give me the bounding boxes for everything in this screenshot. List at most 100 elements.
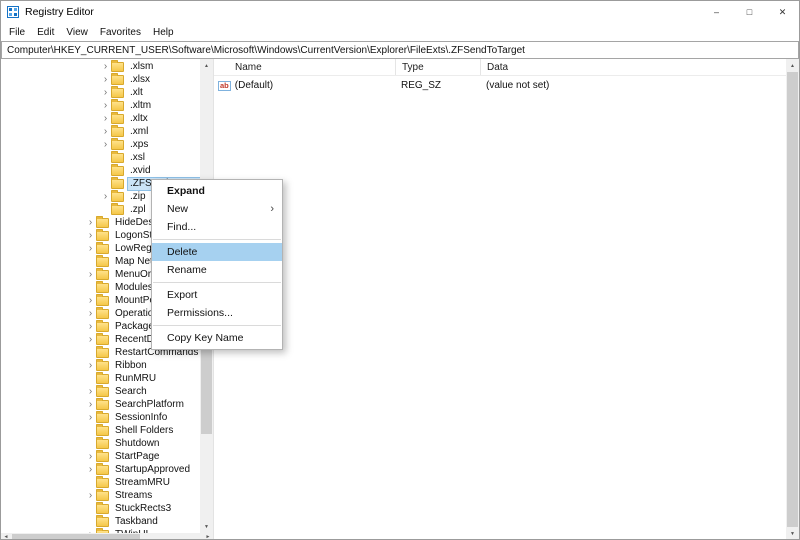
tree-item-label: .xvid <box>130 164 151 176</box>
expand-arrow-icon[interactable]: › <box>100 87 111 98</box>
context-menu-rename[interactable]: Rename <box>152 261 282 279</box>
column-header-data[interactable]: Data <box>481 59 788 75</box>
expand-arrow-icon[interactable]: › <box>100 113 111 124</box>
folder-icon <box>111 111 124 124</box>
expand-arrow-icon[interactable]: › <box>85 386 96 397</box>
close-button[interactable]: ✕ <box>766 1 799 23</box>
scroll-up-icon[interactable]: ▲ <box>786 59 799 72</box>
tree-item[interactable]: StreamMRU <box>1 475 200 489</box>
context-menu-find[interactable]: Find... <box>152 218 282 236</box>
scroll-right-icon[interactable]: ► <box>203 533 213 539</box>
expand-arrow-icon[interactable]: › <box>100 100 111 111</box>
expand-arrow-icon[interactable]: › <box>85 308 96 319</box>
expand-arrow-icon[interactable]: › <box>85 412 96 423</box>
tree-item[interactable]: Shell Folders <box>1 423 200 437</box>
menu-favorites[interactable]: Favorites <box>94 25 147 40</box>
folder-icon <box>96 436 109 449</box>
tree-item[interactable]: › .xltx <box>1 111 200 125</box>
values-vertical-scrollbar[interactable]: ▲ ▼ <box>786 59 799 539</box>
scroll-left-icon[interactable]: ◄ <box>1 533 11 539</box>
folder-icon <box>111 72 124 85</box>
value-type: REG_SZ <box>401 80 442 91</box>
folder-icon <box>96 293 109 306</box>
tree-item[interactable]: StuckRects3 <box>1 501 200 515</box>
tree-item[interactable]: Shutdown <box>1 436 200 450</box>
tree-item-label: SearchPlatform <box>115 398 184 410</box>
tree-item[interactable]: › SessionInfo <box>1 410 200 424</box>
tree-item[interactable]: › StartupApproved <box>1 462 200 476</box>
menu-file[interactable]: File <box>3 25 31 40</box>
tree-horizontal-scrollbar[interactable]: ◄ ► <box>1 533 213 539</box>
context-menu: Expand New › Find... Delete Rename Export Permi… <box>151 179 283 350</box>
expand-arrow-icon[interactable]: › <box>85 321 96 332</box>
tree-hscrollbar-thumb[interactable] <box>12 534 140 539</box>
tree-item[interactable]: › .xps <box>1 137 200 151</box>
tree-item[interactable]: › Search <box>1 384 200 398</box>
registry-editor-window: Registry Editor – □ ✕ File Edit View Favori… <box>0 0 800 540</box>
expand-arrow-icon[interactable]: › <box>85 464 96 475</box>
folder-icon <box>96 319 109 332</box>
tree-item[interactable]: .xsl <box>1 150 200 164</box>
expand-arrow-icon[interactable]: › <box>85 334 96 345</box>
context-menu-delete[interactable]: Delete <box>152 243 282 261</box>
values-scrollbar-thumb[interactable] <box>787 72 798 527</box>
tree-item[interactable]: › Ribbon <box>1 358 200 372</box>
expand-arrow-icon[interactable]: › <box>85 295 96 306</box>
expand-arrow-icon[interactable]: › <box>100 61 111 72</box>
expand-arrow-icon[interactable]: › <box>85 269 96 280</box>
folder-icon <box>111 124 124 137</box>
tree-item[interactable]: › .xlt <box>1 85 200 99</box>
scroll-down-icon[interactable]: ▼ <box>200 520 213 533</box>
column-header-name[interactable]: Name <box>214 59 396 75</box>
expand-arrow-icon[interactable]: › <box>85 230 96 241</box>
column-header-type[interactable]: Type <box>396 59 481 75</box>
context-menu-expand[interactable]: Expand <box>152 182 282 200</box>
menu-view[interactable]: View <box>60 25 94 40</box>
context-menu-permissions[interactable]: Permissions... <box>152 304 282 322</box>
window-controls: – □ ✕ <box>700 1 799 23</box>
expand-arrow-icon[interactable]: › <box>85 451 96 462</box>
tree-item-label: StartPage <box>115 450 160 462</box>
string-value-icon: ab <box>218 80 231 91</box>
menu-help[interactable]: Help <box>147 25 180 40</box>
expand-arrow-icon[interactable]: › <box>85 399 96 410</box>
scroll-down-icon[interactable]: ▼ <box>786 527 799 539</box>
value-row[interactable]: ab (Default) REG_SZ (value not set) <box>214 78 788 93</box>
address-bar[interactable]: Computer\HKEY_CURRENT_USER\Software\Micr… <box>1 41 799 59</box>
context-menu-item-label: Export <box>167 289 198 301</box>
expand-arrow-icon[interactable]: › <box>100 191 111 202</box>
expand-arrow-icon[interactable]: › <box>85 243 96 254</box>
maximize-button[interactable]: □ <box>733 1 766 23</box>
context-menu-new[interactable]: New › <box>152 200 282 218</box>
expand-arrow-icon[interactable]: › <box>100 139 111 150</box>
tree-item[interactable]: RunMRU <box>1 371 200 385</box>
expand-arrow-icon[interactable]: › <box>100 74 111 85</box>
tree-item-label: Streams <box>115 489 153 501</box>
tree-item[interactable]: › .xml <box>1 124 200 138</box>
tree-item-label: .xps <box>130 138 149 150</box>
tree-item[interactable]: Taskband <box>1 514 200 528</box>
tree-item[interactable]: › .xlsx <box>1 72 200 86</box>
tree-item[interactable]: › StartPage <box>1 449 200 463</box>
tree-item[interactable]: › .xltm <box>1 98 200 112</box>
tree-item[interactable]: › Streams <box>1 488 200 502</box>
minimize-button[interactable]: – <box>700 1 733 23</box>
expand-arrow-icon[interactable]: › <box>85 490 96 501</box>
expand-arrow-icon[interactable]: › <box>85 217 96 228</box>
tree-item[interactable]: › SearchPlatform <box>1 397 200 411</box>
folder-icon <box>111 176 124 189</box>
expand-arrow-icon[interactable]: › <box>100 126 111 137</box>
folder-icon <box>96 449 109 462</box>
tree-item[interactable]: .xvid <box>1 163 200 177</box>
folder-icon <box>96 501 109 514</box>
tree-item[interactable]: › .xlsm <box>1 59 200 73</box>
context-menu-export[interactable]: Export <box>152 286 282 304</box>
folder-icon <box>96 410 109 423</box>
context-menu-copy-key-name[interactable]: Copy Key Name <box>152 329 282 347</box>
registry-editor-icon <box>7 6 19 18</box>
expand-arrow-icon[interactable]: › <box>85 360 96 371</box>
tree-item-label: .xsl <box>130 151 145 163</box>
menu-edit[interactable]: Edit <box>31 25 60 40</box>
folder-icon <box>96 306 109 319</box>
scroll-up-icon[interactable]: ▲ <box>200 59 213 72</box>
